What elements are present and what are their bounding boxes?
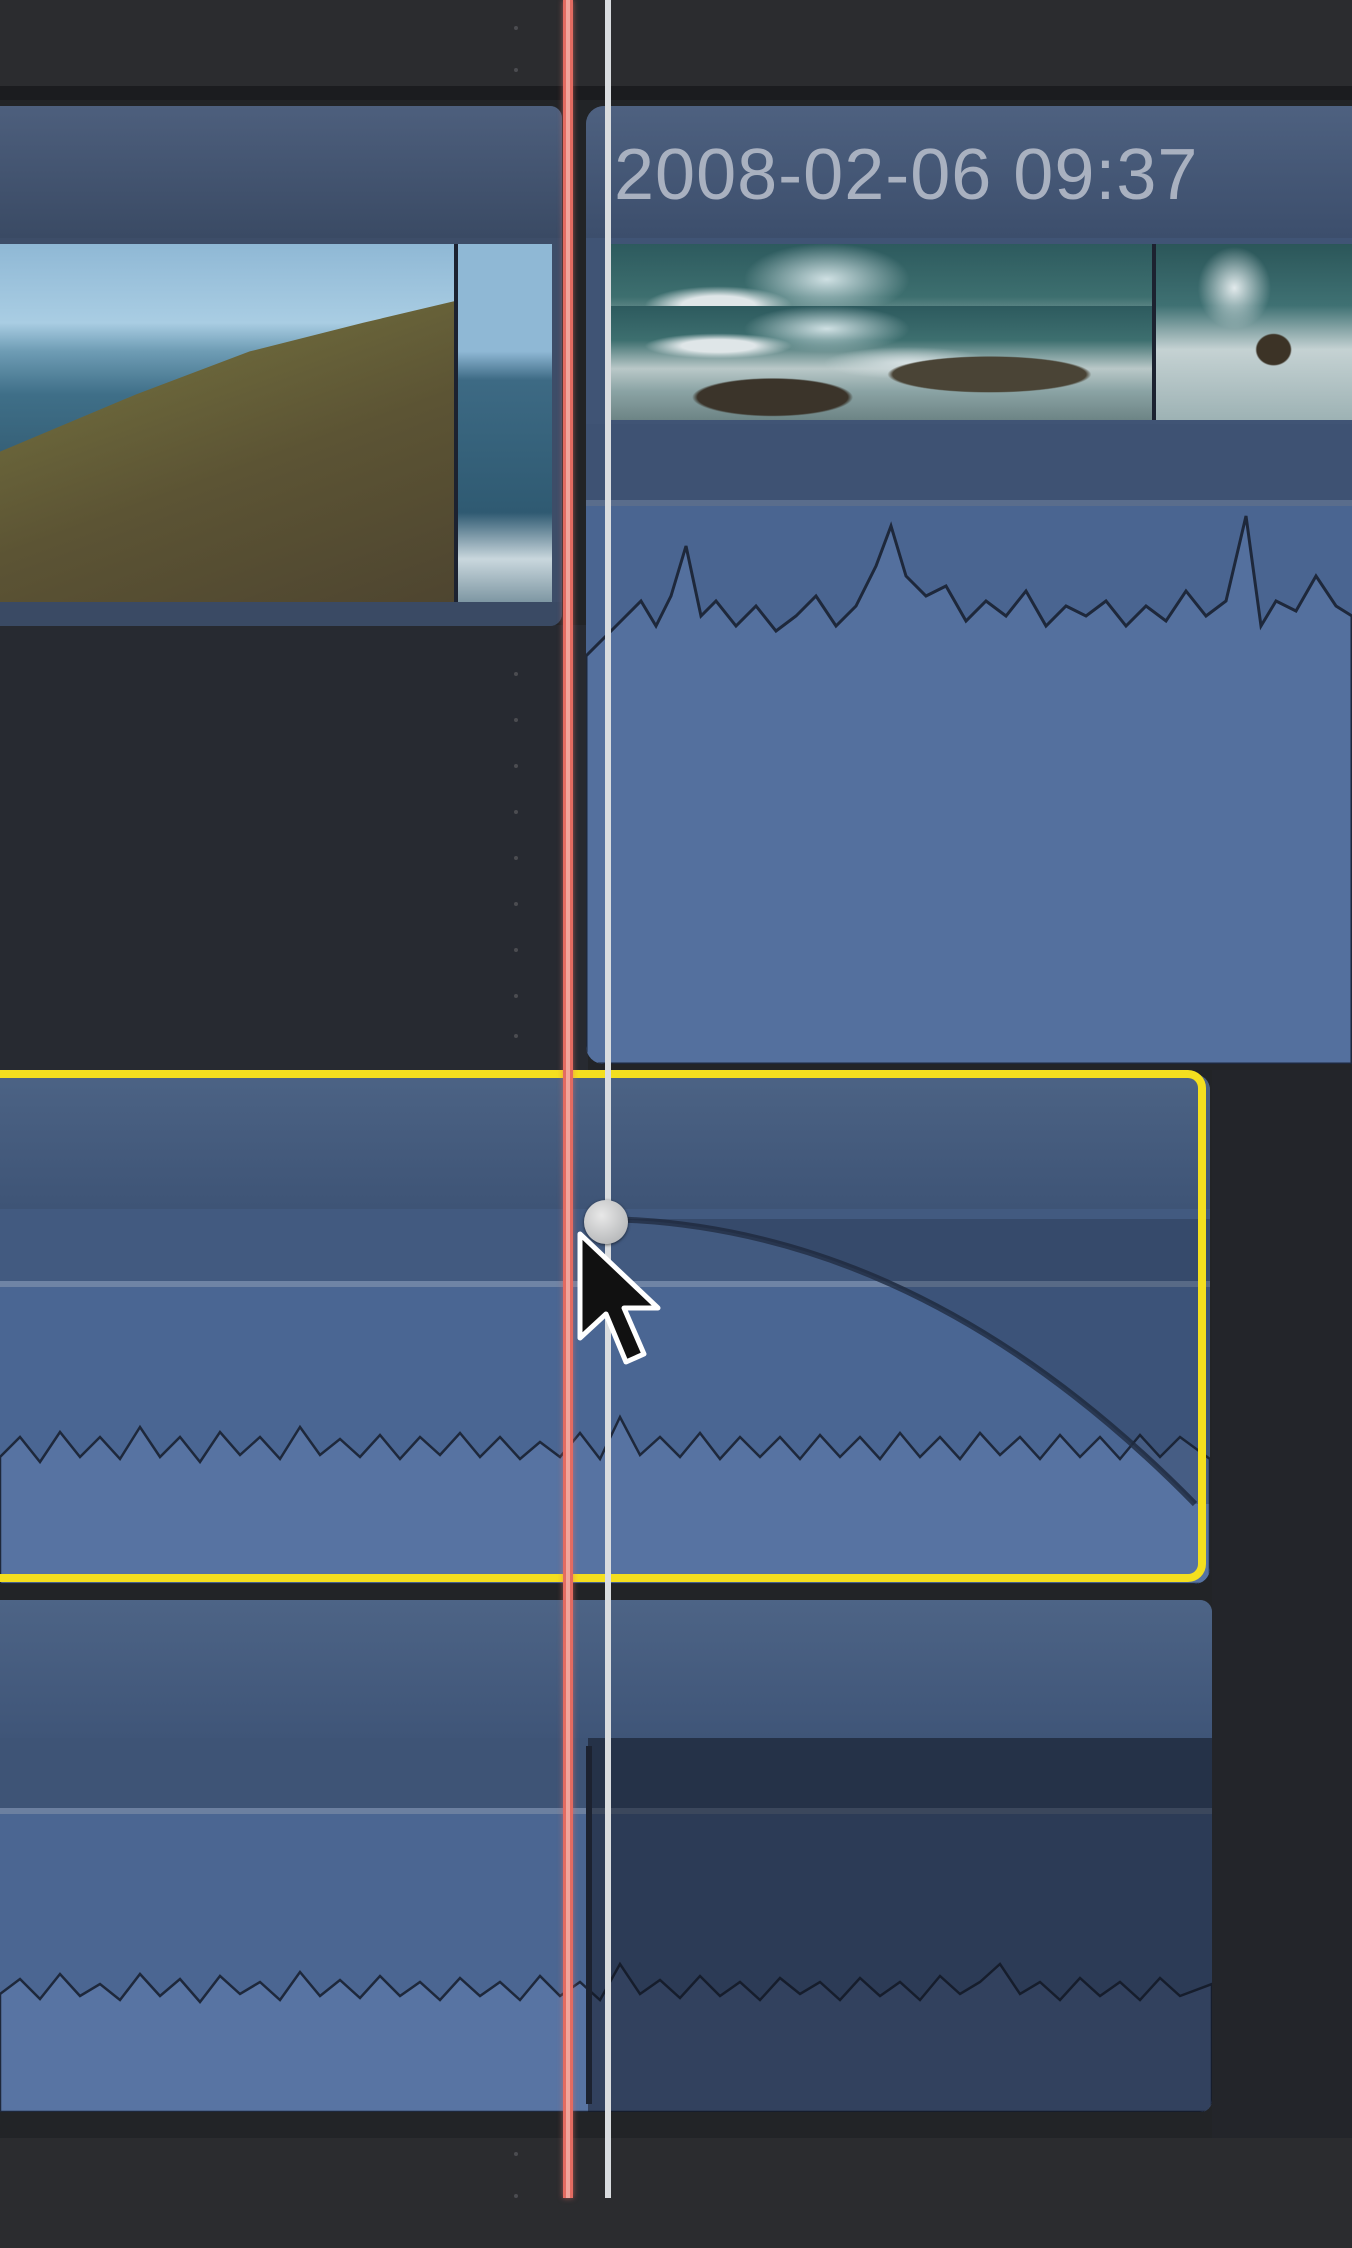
guide-dot <box>514 994 518 998</box>
edit-point[interactable] <box>586 1746 592 2104</box>
clip-thumbnail <box>0 244 454 602</box>
guide-dot <box>514 856 518 860</box>
clip-thumbnail-lower <box>610 306 1152 420</box>
empty-track-area-right <box>1212 1070 1352 2138</box>
cliff-landscape <box>0 301 454 602</box>
guide-dot <box>514 2152 518 2156</box>
guide-dot <box>514 810 518 814</box>
clip-header: 2008-02-06 09:37 <box>586 106 1352 238</box>
guide-dot <box>514 1034 518 1038</box>
guide-dot <box>514 26 518 30</box>
audio-waveform-area <box>586 506 1352 1064</box>
empty-track-area <box>0 625 588 1070</box>
audio-waveform <box>586 515 1352 1064</box>
guide-dot <box>514 718 518 722</box>
guide-dot <box>514 948 518 952</box>
guide-dot <box>514 764 518 768</box>
clip-thumbnail <box>1156 244 1352 420</box>
clip-footer <box>0 602 562 626</box>
audio-volume-area[interactable] <box>586 424 1352 500</box>
video-clip-a[interactable] <box>0 106 562 626</box>
inactive-region <box>588 1738 1212 2112</box>
skimmer[interactable] <box>605 0 611 2198</box>
timeline-footer <box>0 2138 1352 2248</box>
guide-dot <box>514 2194 518 2198</box>
clip-header <box>0 106 562 238</box>
timeline-ruler[interactable] <box>0 0 1352 98</box>
video-clip-b[interactable]: 2008-02-06 09:37 <box>586 106 1352 1064</box>
guide-dot <box>514 672 518 676</box>
guide-dot <box>514 68 518 72</box>
clip-title: 2008-02-06 09:37 <box>614 135 1199 215</box>
playhead-core <box>566 0 570 2198</box>
ruler-divider <box>0 86 1352 100</box>
guide-dot <box>514 902 518 906</box>
clip-thumbnail <box>458 244 552 602</box>
arrow-pointer-icon <box>577 1231 661 1365</box>
